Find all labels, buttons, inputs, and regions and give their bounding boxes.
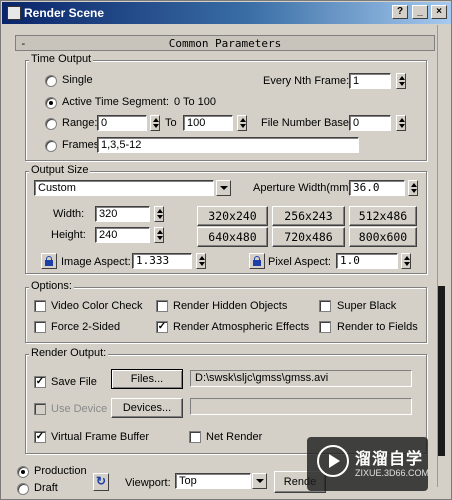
pixel-aspect-label: Pixel Aspect:	[268, 256, 331, 268]
play-logo-icon	[317, 445, 349, 477]
aperture-width-field[interactable]: 36.0	[349, 180, 405, 196]
height-spinner[interactable]	[154, 227, 164, 243]
image-aspect-field[interactable]: 1.333	[132, 253, 192, 269]
close-button[interactable]: ×	[431, 5, 447, 19]
viewport-label: Viewport:	[125, 477, 171, 489]
pixel-aspect-lock-icon[interactable]	[249, 253, 265, 269]
preset-256x243-button[interactable]: 256x243	[272, 206, 345, 226]
title-bar[interactable]: Render Scene ? _ ×	[2, 2, 451, 24]
frames-label: Frames	[62, 139, 100, 151]
save-file-checkbox[interactable]: ✓	[34, 376, 46, 388]
range-to-label: To	[165, 117, 177, 129]
every-nth-spinner[interactable]	[396, 73, 406, 89]
render-to-fields-checkbox[interactable]	[319, 321, 331, 333]
minimize-button[interactable]: _	[412, 5, 428, 19]
file-number-base-spinner[interactable]	[396, 115, 406, 131]
video-color-check-label: Video Color Check	[51, 300, 143, 312]
width-field[interactable]: 320	[95, 206, 150, 222]
width-spinner[interactable]	[154, 206, 164, 222]
watermark-brand: 溜溜自学	[355, 451, 424, 468]
pixel-aspect-spinner[interactable]	[401, 253, 411, 269]
watermark: 溜溜自学 ZIXUE.3D66.COM	[307, 437, 430, 491]
pixel-aspect-field[interactable]: 1.0	[336, 253, 398, 269]
frames-radio[interactable]	[45, 140, 57, 152]
image-aspect-lock-icon[interactable]	[41, 253, 57, 269]
common-parameters-rollout[interactable]: - Common Parameters	[15, 35, 435, 51]
range-from-spinner[interactable]	[150, 115, 160, 131]
super-black-checkbox[interactable]	[319, 300, 331, 312]
options-label: Options:	[29, 280, 74, 292]
preset-720x486-button[interactable]: 720x486	[272, 227, 345, 247]
preset-800x600-button[interactable]: 800x600	[349, 227, 417, 247]
viewport-dropdown[interactable]: Top	[175, 473, 251, 489]
virtual-frame-buffer-label: Virtual Frame Buffer	[51, 431, 150, 443]
app-icon	[7, 6, 21, 20]
image-aspect-spinner[interactable]	[196, 253, 206, 269]
aperture-width-spinner[interactable]	[408, 180, 418, 196]
preset-320x240-button[interactable]: 320x240	[197, 206, 268, 226]
width-label: Width:	[53, 208, 85, 220]
draft-label: Draft	[34, 482, 58, 494]
draft-radio[interactable]	[17, 483, 29, 495]
video-color-check-checkbox[interactable]	[34, 300, 46, 312]
range-label: Range:	[62, 117, 98, 129]
single-radio[interactable]	[45, 75, 57, 87]
image-aspect-label: Image Aspect:	[61, 256, 131, 268]
window-title: Render Scene	[24, 6, 105, 20]
range-from-field[interactable]: 0	[97, 115, 147, 131]
production-label: Production	[34, 465, 87, 477]
super-black-label: Super Black	[337, 300, 397, 312]
files-button[interactable]: Files...	[111, 369, 183, 389]
save-file-label: Save File	[51, 376, 97, 388]
chevron-down-icon[interactable]	[216, 180, 231, 196]
time-output-label: Time Output	[29, 53, 94, 65]
viewport-chevron-down-icon[interactable]	[252, 473, 267, 489]
single-label: Single	[62, 74, 93, 86]
scrollbar-thumb[interactable]	[438, 286, 445, 456]
help-button[interactable]: ?	[392, 5, 408, 19]
watermark-url: ZIXUE.3D66.COM	[355, 468, 430, 478]
device-field	[190, 398, 412, 415]
render-output-label: Render Output:	[29, 347, 109, 359]
force-2-sided-checkbox[interactable]	[34, 321, 46, 333]
virtual-frame-buffer-checkbox[interactable]: ✓	[34, 431, 46, 443]
preset-640x480-button[interactable]: 640x480	[197, 227, 268, 247]
options-group	[25, 287, 427, 343]
render-hidden-label: Render Hidden Objects	[173, 300, 288, 312]
net-render-checkbox[interactable]	[189, 431, 201, 443]
frames-field[interactable]: 1,3,5-12	[97, 137, 359, 153]
use-device-label: Use Device	[51, 403, 108, 415]
range-radio[interactable]	[45, 118, 57, 130]
output-preset-dropdown[interactable]: Custom	[34, 180, 214, 196]
range-to-spinner[interactable]	[237, 115, 247, 131]
force-2-sided-label: Force 2-Sided	[51, 321, 121, 333]
range-to-field[interactable]: 100	[183, 115, 233, 131]
net-render-label: Net Render	[206, 431, 263, 443]
active-segment-radio[interactable]	[45, 97, 57, 109]
render-to-fields-label: Render to Fields	[337, 321, 418, 333]
output-size-label: Output Size	[29, 164, 91, 176]
use-device-checkbox[interactable]	[34, 403, 46, 415]
render-atmospheric-label: Render Atmospheric Effects	[173, 321, 310, 333]
height-label: Height:	[51, 229, 86, 241]
devices-button[interactable]: Devices...	[111, 398, 183, 418]
render-atmospheric-checkbox[interactable]: ✓	[156, 321, 168, 333]
render-scene-window: Render Scene ? _ × - Common Parameters T…	[0, 0, 452, 500]
render-hidden-checkbox[interactable]	[156, 300, 168, 312]
file-number-base-label: File Number Base:	[261, 117, 353, 129]
output-file-path: D:\swsk\sljc\gmss\gmss.avi	[190, 370, 412, 387]
production-radio[interactable]	[17, 466, 29, 478]
active-range-text: 0 To 100	[174, 96, 217, 108]
rollout-title: Common Parameters	[168, 37, 282, 50]
every-nth-field[interactable]: 1	[349, 73, 391, 89]
swap-icon[interactable]: ↻	[93, 473, 109, 491]
every-nth-label: Every Nth Frame:	[263, 75, 350, 87]
aperture-width-label: Aperture Width(mm):	[253, 182, 356, 194]
height-field[interactable]: 240	[95, 227, 150, 243]
file-number-base-field[interactable]: 0	[349, 115, 391, 131]
active-segment-label: Active Time Segment:	[62, 96, 169, 108]
preset-512x486-button[interactable]: 512x486	[349, 206, 417, 226]
